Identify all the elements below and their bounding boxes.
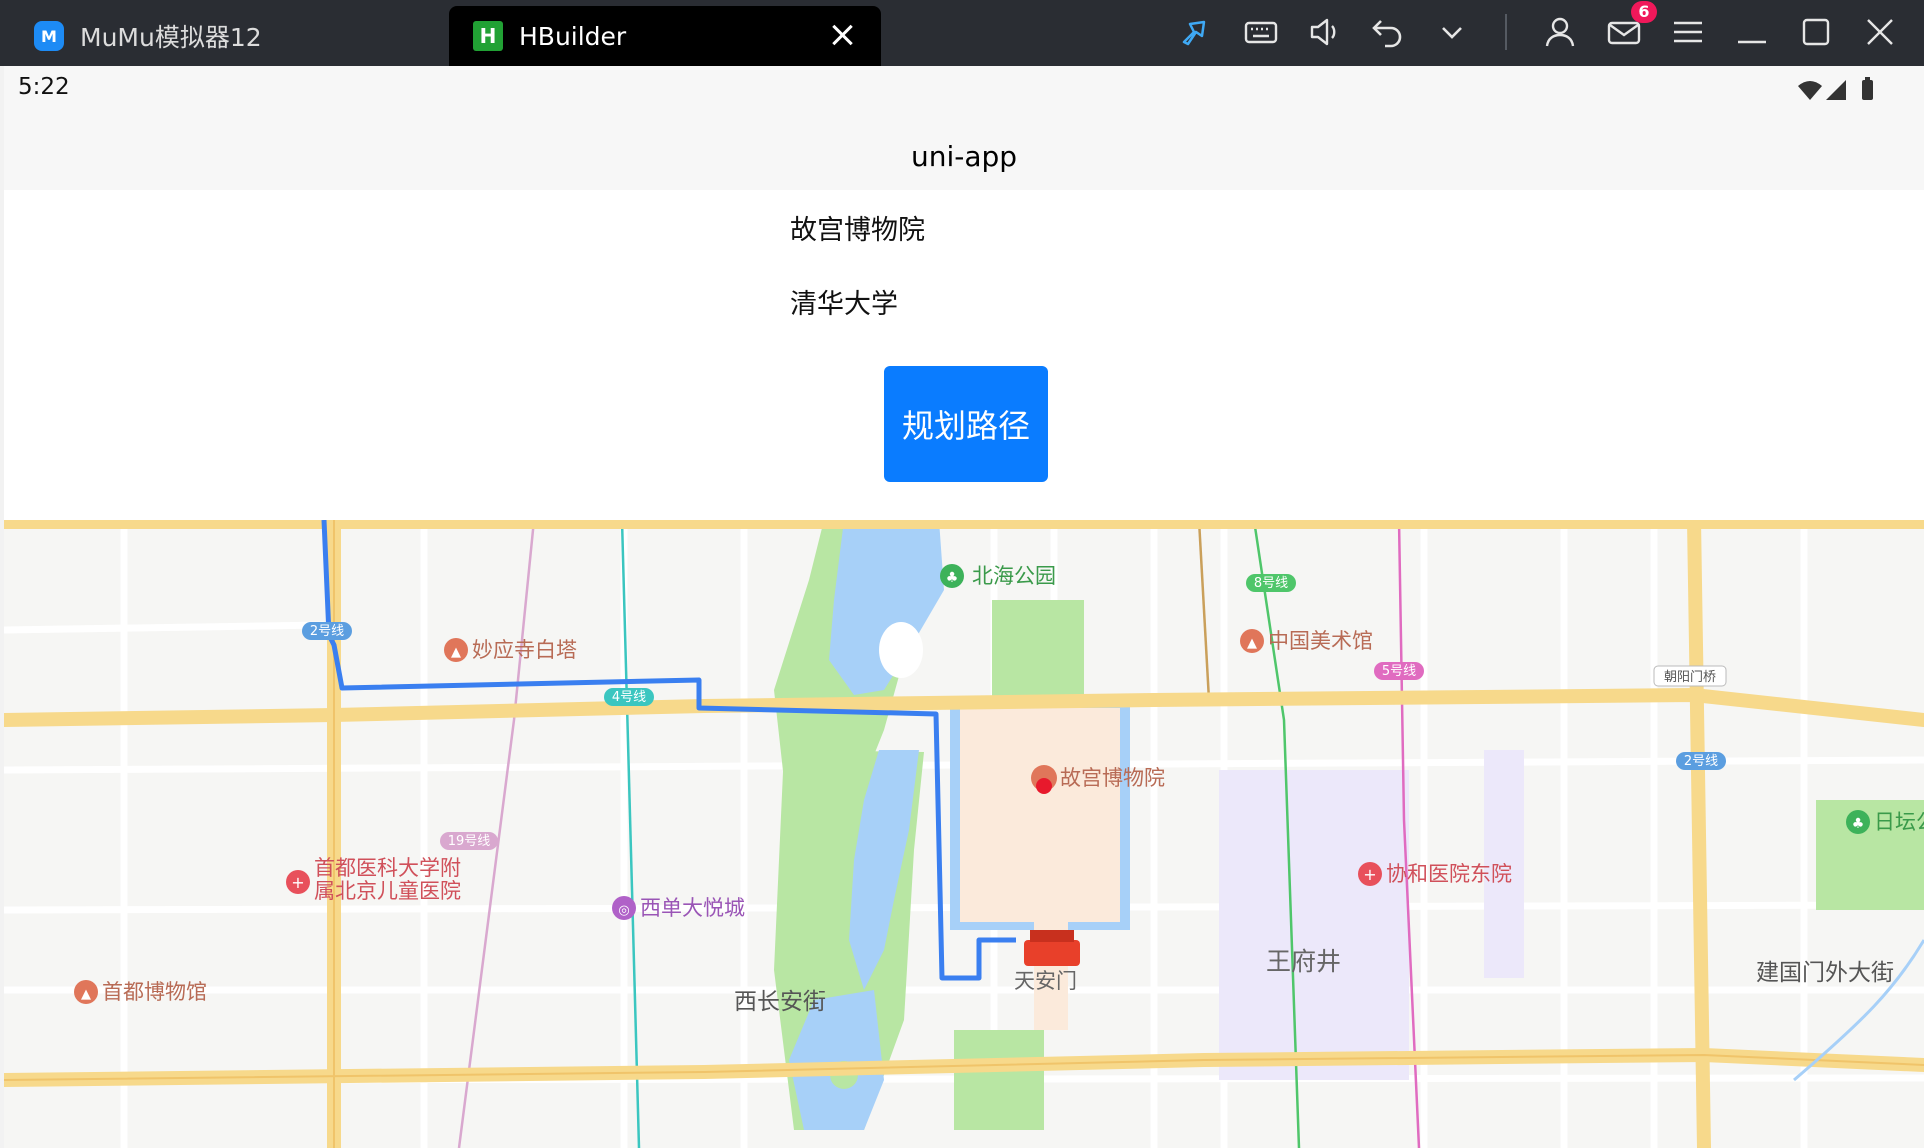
emulator-screen: 5:22 uni-app 故宫博物院 清华大学 规划路径 2号线 4号线 8号线…	[4, 66, 1924, 1148]
svg-text:▲: ▲	[81, 987, 91, 1002]
close-tab-icon[interactable]	[827, 20, 857, 50]
map-view[interactable]: 2号线 4号线 8号线 5号线 2号线 19号线 朝阳门桥 ♣ ▲ ▲ + + …	[4, 520, 1924, 1148]
svg-text:♣: ♣	[1852, 816, 1865, 832]
map-label-shoudu: 首都博物馆	[102, 980, 207, 1004]
tab-hbuilder[interactable]: H HBuilder	[449, 6, 881, 66]
svg-text:▲: ▲	[451, 645, 461, 660]
pin-icon[interactable]	[1178, 14, 1214, 50]
mumu-logo-icon: M	[34, 21, 64, 51]
svg-text:+: +	[1363, 865, 1376, 884]
user-icon[interactable]	[1542, 14, 1578, 50]
svg-text:+: +	[291, 873, 304, 892]
minimize-icon[interactable]	[1734, 14, 1770, 50]
line4-badge: 4号线	[612, 690, 646, 705]
svg-text:♣: ♣	[946, 570, 959, 586]
window-titlebar: M MuMu模拟器12 H HBuilder 6	[0, 0, 1924, 66]
map-label-xiehe: 协和医院东院	[1386, 862, 1512, 886]
chevron-down-icon[interactable]	[1434, 14, 1470, 50]
page-title: uni-app	[910, 140, 1018, 173]
map-label-baita: 妙应寺白塔	[472, 638, 577, 662]
destination-field[interactable]: 清华大学	[790, 282, 898, 321]
status-bar: 5:22	[4, 66, 1924, 124]
line19-badge: 19号线	[448, 834, 491, 849]
nav-bar: uni-app	[4, 124, 1924, 190]
map-label-ertong-2: 属北京儿童医院	[314, 879, 461, 903]
svg-text:▲: ▲	[1247, 636, 1257, 651]
chaoyangmen-label: 朝阳门桥	[1664, 670, 1716, 685]
toolbar-separator	[1505, 14, 1507, 50]
map-label-meishu: 中国美术馆	[1268, 629, 1373, 653]
map-label-xichangan: 西长安街	[734, 989, 826, 1015]
map-label-ertong-1: 首都医科大学附	[314, 856, 461, 880]
svg-text:◎: ◎	[618, 903, 629, 918]
status-time: 5:22	[18, 74, 70, 100]
volume-icon[interactable]	[1307, 14, 1343, 50]
map-label-tiananmen: 天安门	[1014, 969, 1077, 993]
line2-badge-b: 2号线	[1684, 754, 1718, 769]
signal-battery-icons	[1798, 77, 1873, 100]
tab-mumu[interactable]: M MuMu模拟器12	[10, 6, 448, 66]
tab-mumu-label: MuMu模拟器12	[80, 23, 262, 52]
map-label-xidan: 西单大悦城	[640, 896, 745, 920]
map-label-gugong: 故宫博物院	[1060, 766, 1165, 790]
origin-field[interactable]: 故宫博物院	[790, 208, 925, 247]
mail-badge: 6	[1631, 1, 1657, 23]
map-label-wangfujing: 王府井	[1266, 947, 1341, 976]
back-icon[interactable]	[1370, 14, 1406, 50]
line2-badge-a: 2号线	[310, 624, 344, 639]
maximize-icon[interactable]	[1798, 14, 1834, 50]
menu-icon[interactable]	[1670, 14, 1706, 50]
map-label-ritan: 日坛公	[1874, 810, 1924, 834]
line8-badge: 8号线	[1254, 576, 1288, 591]
plan-route-button[interactable]: 规划路径	[884, 366, 1048, 482]
close-window-icon[interactable]	[1862, 14, 1898, 50]
tab-hbuilder-label: HBuilder	[519, 21, 627, 51]
keyboard-icon[interactable]	[1243, 14, 1279, 50]
map-label-jianguomen: 建国门外大街	[1756, 960, 1894, 986]
map-label-beihai: 北海公园	[972, 564, 1056, 588]
hbuilder-logo-icon: H	[473, 21, 503, 51]
line5-badge: 5号线	[1382, 664, 1416, 679]
